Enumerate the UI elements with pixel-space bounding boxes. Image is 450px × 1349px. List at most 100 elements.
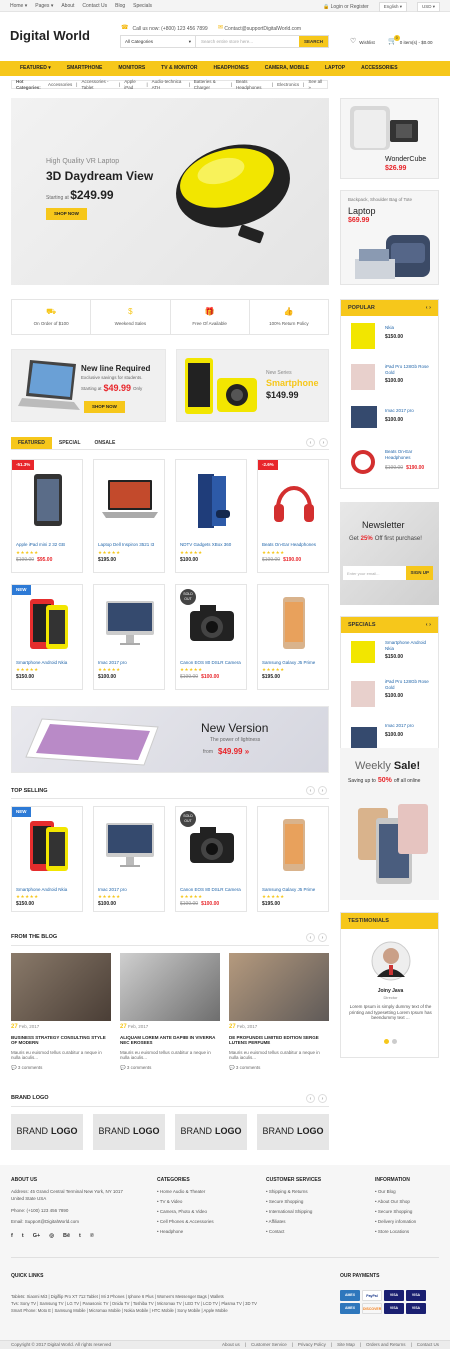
category-select[interactable]: All Categories ▾	[121, 36, 196, 47]
product-card[interactable]: SOLD OUT Canon EOS 80 DSLR Camera ★★★★★ …	[175, 806, 247, 912]
footer-link[interactable]: • Shipping & Returns	[266, 1187, 312, 1197]
product-title[interactable]: Imac 2017 pro	[98, 887, 127, 893]
language-select[interactable]: English ▾	[378, 2, 407, 12]
tab-special[interactable]: SPECIAL	[52, 437, 88, 449]
product-card[interactable]: NEW Smartphone Android Nkia ★★★★★ $150.0…	[11, 584, 83, 690]
prev-arrow-icon[interactable]: ‹	[306, 1094, 315, 1103]
specials-item-title[interactable]: iPad Pro 128Gb Rose Gold	[385, 679, 429, 690]
hot-cat-link[interactable]: Batteries & Charger	[194, 79, 227, 90]
email-text[interactable]: Contact@supportDigitalWorld.com	[224, 26, 301, 32]
tab-onsale[interactable]: ONSALE	[88, 437, 123, 449]
bottom-link[interactable]: Customer Service	[251, 1342, 287, 1348]
blog-title[interactable]: ALIQUAM LOREM ANTE DAPIBI IN VIVERRA NEC…	[120, 1035, 220, 1046]
hot-cat-see-all[interactable]: See all »	[308, 79, 323, 90]
hero-shop-now-button[interactable]: SHOP NOW	[46, 208, 87, 220]
promo-smartphone-banner[interactable]: New Series Smartphone $149.99	[176, 349, 329, 422]
hot-cat-link[interactable]: Electronics	[277, 82, 299, 88]
specials-thumb[interactable]	[351, 727, 377, 749]
behance-icon[interactable]: Bē	[63, 1233, 70, 1240]
product-title[interactable]: Samsung Galaxy J5 Prime	[262, 660, 315, 666]
product-title[interactable]: Smartphone Android Nkia	[16, 887, 67, 893]
specials-thumb[interactable]	[351, 641, 375, 663]
footer-link[interactable]: • Headphone	[157, 1227, 214, 1237]
product-title[interactable]: Apple iPad mini 2 32 GB	[16, 542, 65, 548]
footer-link[interactable]: • Camera, Photo & Video	[157, 1207, 214, 1217]
search-button[interactable]: SEARCH	[299, 36, 328, 47]
blog-title[interactable]: BUSINESS STRATEGY CONSULTING STYLE OF MO…	[11, 1035, 111, 1046]
promo-laptop-banner[interactable]: New line Required Exclusive savings for …	[11, 349, 166, 422]
product-title[interactable]: Samsung Galaxy J5 Prime	[262, 887, 315, 893]
top-link-blog[interactable]: Blog	[115, 3, 125, 9]
cart-link[interactable]: 🛒 0 0 item(s) - $0.00	[388, 35, 432, 47]
nav-tv-monitor[interactable]: TV & MONITOR	[153, 61, 205, 76]
footer-link[interactable]: • TV & Video	[157, 1197, 214, 1207]
product-title[interactable]: Canon EOS 80 DSLR Camera	[180, 887, 241, 893]
footer-link[interactable]: • Store Locations	[375, 1227, 416, 1237]
next-arrow-icon[interactable]: ›	[319, 438, 328, 447]
bottom-link[interactable]: Privacy Policy	[298, 1342, 326, 1348]
footer-link[interactable]: • Affiliates	[266, 1217, 312, 1227]
specials-item-title[interactable]: Imac 2017 pro	[385, 723, 429, 729]
next-arrow-icon[interactable]: ›	[318, 786, 327, 795]
product-title[interactable]: Canon EOS 80 DSLR Camera	[180, 660, 241, 666]
newsletter-signup-button[interactable]: SIGN UP	[406, 566, 433, 580]
quick-links-tvs[interactable]: Tvs: Sony TV | Samsung TV | LG TV | Pana…	[11, 1300, 331, 1307]
quick-links-phones[interactable]: Smart Phone: Moto E | Samsung Mobile | M…	[11, 1307, 331, 1314]
blog-post[interactable]: 27 Feb, 2017 DE PROFUNDIS LIMITED EDITIO…	[229, 953, 329, 1083]
quick-links-tablets[interactable]: Tablets: Xiaomi Mi3 | Digiflip Pro XT 71…	[11, 1293, 331, 1300]
nav-camera-mobile[interactable]: CAMERA, MOBILE	[257, 61, 317, 76]
popular-thumb[interactable]	[351, 406, 377, 428]
popular-thumb[interactable]	[351, 364, 375, 390]
product-card[interactable]: Imac 2017 pro ★★★★★ $100.00	[93, 806, 165, 912]
next-arrow-icon[interactable]: ›	[318, 1094, 327, 1103]
bottom-link[interactable]: Contact Us	[417, 1342, 439, 1348]
product-title[interactable]: Beats On-Ear Headphones	[262, 542, 316, 548]
product-card[interactable]: NDTV Gadgets XBox 360 ★★★★★ $100.00	[175, 459, 247, 573]
product-card[interactable]: Samsung Galaxy J5 Prime ★★★★★ $195.00	[257, 584, 329, 690]
nav-smartphone[interactable]: SMARTPHONE	[59, 61, 111, 76]
login-link[interactable]: 🔒 Login or Register	[323, 4, 369, 10]
bottom-link[interactable]: Orders and Returns	[366, 1342, 406, 1348]
dribbble-icon[interactable]: ◎	[49, 1233, 54, 1240]
footer-link[interactable]: • Contact	[266, 1227, 312, 1237]
footer-link[interactable]: • Secure Shopping	[266, 1197, 312, 1207]
nav-arrows-icon[interactable]: ‹ ›	[426, 305, 431, 312]
footer-link[interactable]: • Secure Shopping	[375, 1207, 416, 1217]
product-title[interactable]: NDTV Gadgets XBox 360	[180, 542, 231, 548]
footer-link[interactable]: • International Shipping	[266, 1207, 312, 1217]
currency-select[interactable]: USD ▾	[416, 2, 440, 12]
promo1-shop-now-button[interactable]: SHOP NOW	[84, 401, 125, 413]
nav-accessories[interactable]: ACCESSORIES	[353, 61, 405, 76]
prev-arrow-icon[interactable]: ‹	[306, 438, 315, 447]
brand-logo[interactable]: BRAND LOGO	[257, 1114, 329, 1150]
top-link-contact[interactable]: Contact Us	[82, 3, 107, 9]
product-card[interactable]: NEW Smartphone Android Nkia ★★★★★ $150.0…	[11, 806, 83, 912]
nav-arrows-icon[interactable]: ‹ ›	[426, 622, 431, 629]
wide-banner-price-value[interactable]: $49.99 »	[218, 747, 249, 757]
product-title[interactable]: Smartphone Android Nkia	[16, 660, 67, 666]
dot-active[interactable]	[384, 1039, 389, 1044]
weekly-sale-banner[interactable]: Weekly Sale! Saving up to 50% off all onlin…	[340, 748, 439, 900]
footer-link[interactable]: • Cell Phones & Accessories	[157, 1217, 214, 1227]
top-link-about[interactable]: About	[61, 3, 74, 9]
tab-featured[interactable]: FEATURED	[11, 437, 52, 449]
nav-headphones[interactable]: HEADPHONES	[205, 61, 256, 76]
wishlist-link[interactable]: ♡ Wishlist	[350, 38, 375, 47]
search-input[interactable]: Search entire store here...	[196, 36, 299, 48]
blog-post[interactable]: 27 Feb, 2017 BUSINESS STRATEGY CONSULTIN…	[11, 953, 111, 1083]
product-card[interactable]: Laptop Dell Inspiron 3521 I3 ★★★★★ $195.…	[93, 459, 165, 573]
popular-thumb[interactable]	[351, 323, 375, 349]
hero-slider[interactable]: High Quality VR Laptop 3D Daydream View …	[11, 98, 329, 285]
footer-link[interactable]: • Home Audio & Theater	[157, 1187, 214, 1197]
google-plus-icon[interactable]: G+	[33, 1233, 41, 1240]
product-card[interactable]: Imac 2017 pro ★★★★★ $100.00	[93, 584, 165, 690]
hot-cat-link[interactable]: Audio-technica ATH	[152, 79, 185, 90]
prev-arrow-icon[interactable]: ‹	[306, 786, 315, 795]
product-card[interactable]: Samsung Galaxy J5 Prime ★★★★★ $195.00	[257, 806, 329, 912]
new-version-banner[interactable]: New Version The power of lightness from $…	[11, 706, 329, 773]
product-card[interactable]: -51.3% Apple iPad mini 2 32 GB ★★★★★ $19…	[11, 459, 83, 573]
pinterest-icon[interactable]: ℗	[90, 1233, 94, 1240]
top-link-home[interactable]: Home ▾	[10, 3, 27, 9]
dot[interactable]	[392, 1039, 397, 1044]
specials-thumb[interactable]	[351, 681, 375, 707]
